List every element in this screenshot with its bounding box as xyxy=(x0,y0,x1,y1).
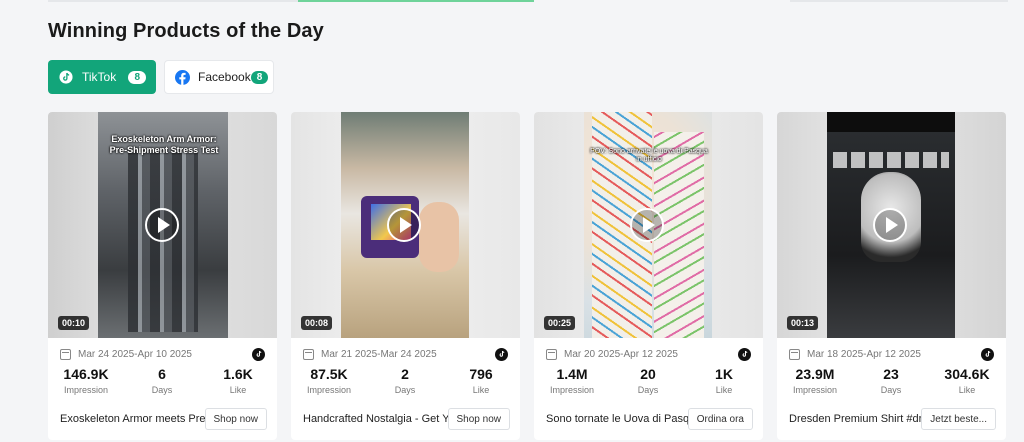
section-title: Winning Products of the Day xyxy=(48,20,324,42)
product-title[interactable]: Exoskeleton Armor meets Pre... xyxy=(60,413,205,425)
product-card[interactable]: 00:08 Mar 21 2025-Mar 24 2025 87.5K Impre… xyxy=(291,112,520,440)
impression-stat: 146.9K Impression xyxy=(48,366,124,395)
tiktok-icon xyxy=(495,347,508,361)
play-icon[interactable] xyxy=(873,208,907,242)
shop-button[interactable]: Ordina ora xyxy=(687,408,753,430)
days-value: 6 xyxy=(158,366,166,382)
top-bar-segment xyxy=(48,0,298,2)
platform-tabs: TikTok 8 Facebook 8 xyxy=(48,60,274,94)
date-range: Mar 20 2025-Apr 12 2025 xyxy=(564,348,678,360)
days-value: 20 xyxy=(640,366,656,382)
impression-stat: 23.9M Impression xyxy=(777,366,853,395)
product-title[interactable]: Dresden Premium Shirt #dr... xyxy=(789,413,921,425)
days-value: 2 xyxy=(401,366,409,382)
play-icon[interactable] xyxy=(630,208,664,242)
play-icon[interactable] xyxy=(145,208,179,242)
video-thumbnail[interactable]: Exoskeleton Arm Armor: Pre-Shipment Stre… xyxy=(48,112,277,338)
date-range: Mar 18 2025-Apr 12 2025 xyxy=(807,348,921,360)
impression-label: Impression xyxy=(549,385,594,395)
duration-badge: 00:08 xyxy=(301,316,333,330)
like-label: Like xyxy=(958,385,976,395)
tiktok-icon xyxy=(252,347,265,361)
tiktok-icon xyxy=(58,69,74,85)
days-label: Days xyxy=(151,385,173,395)
video-caption: Exoskeleton Arm Armor: Pre-Shipment Stre… xyxy=(109,134,219,155)
product-card[interactable]: 00:13 Mar 18 2025-Apr 12 2025 23.9M Impre… xyxy=(777,112,1006,440)
like-value: 1.6K xyxy=(223,366,253,382)
tab-facebook[interactable]: Facebook 8 xyxy=(164,60,274,94)
impression-stat: 87.5K Impression xyxy=(291,366,367,395)
video-thumbnail[interactable]: 00:13 xyxy=(777,112,1006,338)
like-value: 796 xyxy=(469,366,493,382)
impression-label: Impression xyxy=(792,385,837,395)
product-grid: Exoskeleton Arm Armor: Pre-Shipment Stre… xyxy=(48,112,1008,442)
days-stat: 6 Days xyxy=(124,366,200,395)
date-range: Mar 21 2025-Mar 24 2025 xyxy=(321,348,437,360)
calendar-icon xyxy=(789,348,800,360)
like-label: Like xyxy=(472,385,490,395)
impression-label: Impression xyxy=(306,385,351,395)
calendar-icon xyxy=(546,348,557,360)
top-progress-bar xyxy=(0,0,1024,6)
tiktok-icon xyxy=(981,347,994,361)
product-card[interactable]: Exoskeleton Arm Armor: Pre-Shipment Stre… xyxy=(48,112,277,440)
shop-button[interactable]: Shop now xyxy=(447,408,510,430)
days-value: 23 xyxy=(883,366,899,382)
like-label: Like xyxy=(229,385,247,395)
video-caption: POV: Sono arrivate le uova di Pasqua in … xyxy=(590,148,708,164)
days-stat: 20 Days xyxy=(610,366,686,395)
impression-value: 87.5K xyxy=(310,366,348,382)
product-title[interactable]: Sono tornate le Uova di Pasqu... xyxy=(546,413,688,425)
days-label: Days xyxy=(880,385,902,395)
video-thumbnail[interactable]: 00:08 xyxy=(291,112,520,338)
date-range: Mar 24 2025-Apr 10 2025 xyxy=(78,348,192,360)
top-bar-segment-active xyxy=(298,0,534,2)
like-stat: 1K Like xyxy=(686,366,762,395)
tab-tiktok[interactable]: TikTok 8 xyxy=(48,60,156,94)
impression-label: Impression xyxy=(63,385,108,395)
days-stat: 23 Days xyxy=(853,366,929,395)
tiktok-icon xyxy=(738,347,751,361)
like-stat: 1.6K Like xyxy=(200,366,276,395)
like-label: Like xyxy=(715,385,733,395)
days-stat: 2 Days xyxy=(367,366,443,395)
play-icon[interactable] xyxy=(387,208,421,242)
days-label: Days xyxy=(394,385,416,395)
impression-value: 23.9M xyxy=(795,366,835,382)
shop-button[interactable]: Jetzt beste... xyxy=(921,408,996,430)
impression-value: 146.9K xyxy=(63,366,109,382)
duration-badge: 00:10 xyxy=(58,316,90,330)
like-stat: 304.6K Like xyxy=(929,366,1005,395)
facebook-icon xyxy=(175,69,190,85)
product-title[interactable]: Handcrafted Nostalgia - Get Y... xyxy=(303,413,448,425)
like-value: 1K xyxy=(715,366,733,382)
video-thumbnail[interactable]: POV: Sono arrivate le uova di Pasqua in … xyxy=(534,112,763,338)
calendar-icon xyxy=(60,348,71,360)
days-label: Days xyxy=(637,385,659,395)
shop-button[interactable]: Shop now xyxy=(204,408,267,430)
impression-stat: 1.4M Impression xyxy=(534,366,610,395)
impression-value: 1.4M xyxy=(556,366,588,382)
product-card[interactable]: POV: Sono arrivate le uova di Pasqua in … xyxy=(534,112,763,440)
like-stat: 796 Like xyxy=(443,366,519,395)
top-bar-segment xyxy=(790,0,1008,2)
calendar-icon xyxy=(303,348,314,360)
duration-badge: 00:25 xyxy=(544,316,576,330)
tab-label: TikTok xyxy=(82,70,117,84)
like-value: 304.6K xyxy=(944,366,990,382)
duration-badge: 00:13 xyxy=(787,316,819,330)
tab-count-badge: 8 xyxy=(128,70,146,84)
tab-count-badge: 8 xyxy=(250,70,269,84)
tab-label: Facebook xyxy=(198,70,251,84)
